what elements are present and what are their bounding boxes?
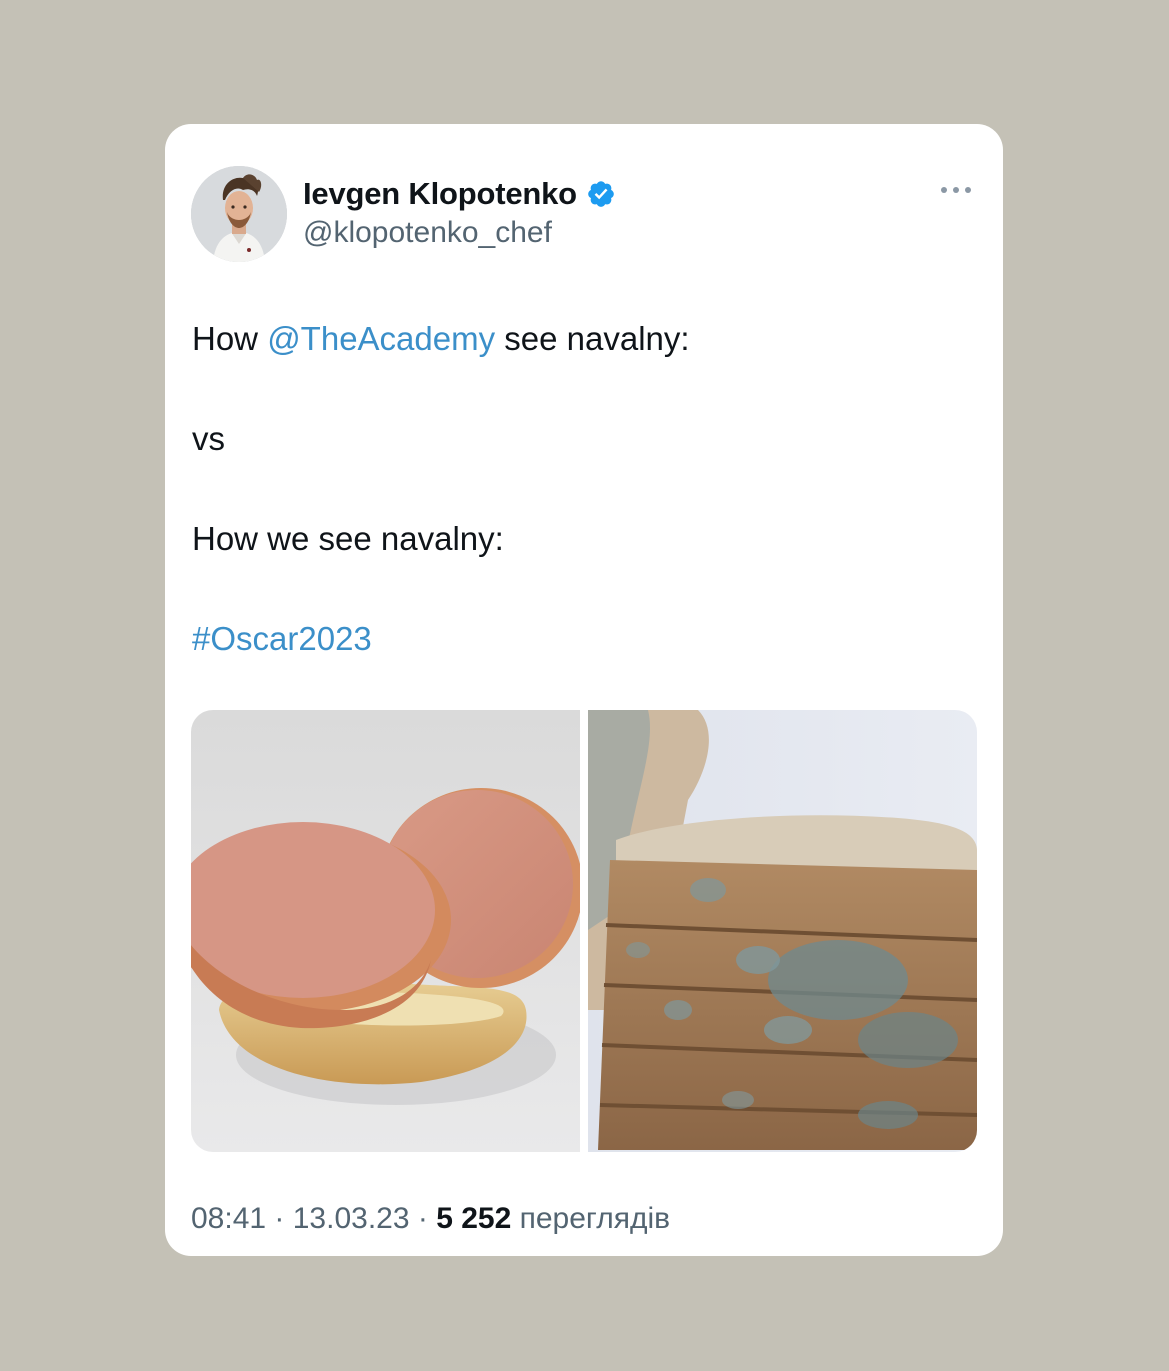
verified-badge-icon [586,179,616,209]
meta-separator: · [266,1202,293,1235]
tweet-text: How @TheAcademy see navalny: vs How we s… [192,316,972,716]
ellipsis-icon[interactable] [939,180,973,200]
profile-photo [191,166,287,262]
author-avatar[interactable] [191,166,287,262]
author-handle[interactable]: @klopotenko_chef [303,216,552,250]
tweet-meta: 08:41 · 13.03.23 · 5 252 переглядів [191,1202,670,1236]
mention-link[interactable]: @TheAcademy [267,320,495,357]
tweet-card: Ievgen Klopotenko @klopotenko_chef How @… [165,124,1003,1256]
tweet-line-2: vs [192,420,225,457]
views-count: 5 252 [436,1202,512,1235]
tweet-date[interactable]: 13.03.23 [293,1202,410,1235]
tweet-line-3: How we see navalny: [192,520,504,557]
tweet-time[interactable]: 08:41 [191,1202,266,1235]
meta-separator: · [409,1202,437,1235]
hashtag-link[interactable]: #Oscar2023 [192,620,372,657]
text-segment: see navalny: [495,320,690,357]
author-display-name[interactable]: Ievgen Klopotenko [303,176,577,212]
tweet-line-1: How @TheAcademy see navalny: [192,316,972,361]
tweet-media [191,710,977,1152]
sausage-sandwich-photo[interactable] [191,710,580,1152]
moldy-bread-photo[interactable] [588,710,977,1152]
views-label: переглядів [511,1202,671,1235]
text-segment: How [192,320,268,357]
author-name-row: Ievgen Klopotenko [303,176,616,212]
